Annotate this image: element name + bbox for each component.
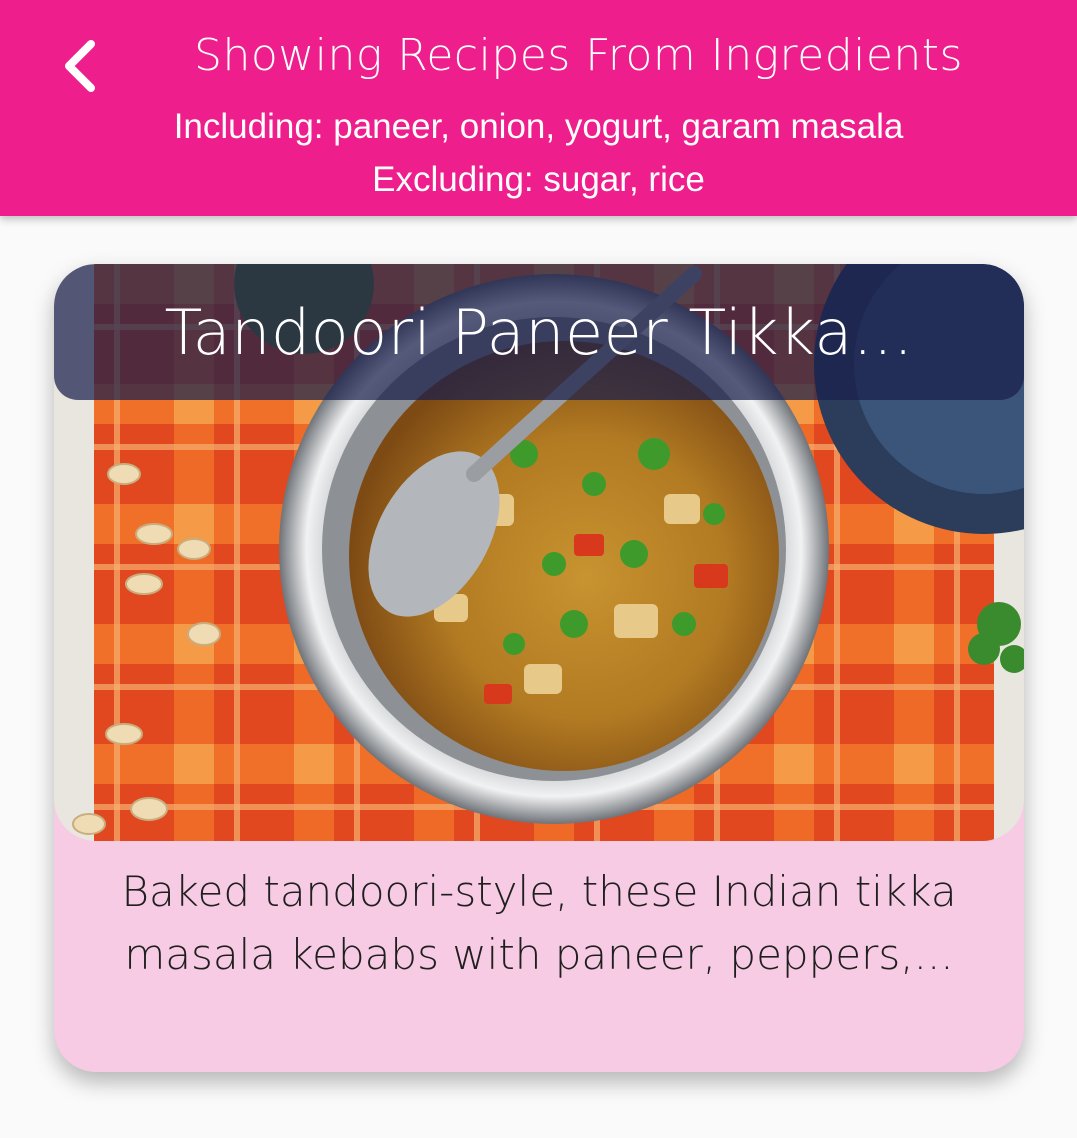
- page-title: Showing Recipes From Ingredients: [194, 30, 963, 81]
- recipe-title-overlay: Tandoori Paneer Tikka...: [54, 264, 1024, 400]
- chevron-left-icon: [59, 38, 99, 98]
- excluding-ingredients: Excluding: sugar, rice: [372, 160, 705, 199]
- recipe-title: Tandoori Paneer Tikka...: [164, 295, 914, 369]
- app-header: Showing Recipes From Ingredients Includi…: [0, 0, 1077, 216]
- including-ingredients: Including: paneer, onion, yogurt, garam …: [173, 107, 904, 146]
- back-button[interactable]: [44, 30, 114, 106]
- recipe-card[interactable]: Tandoori Paneer Tikka... Baked tandoori-…: [54, 264, 1024, 1072]
- recipe-description: Baked tandoori-style, these Indian tikka…: [121, 867, 957, 979]
- recipes-screen: Showing Recipes From Ingredients Includi…: [0, 0, 1077, 1138]
